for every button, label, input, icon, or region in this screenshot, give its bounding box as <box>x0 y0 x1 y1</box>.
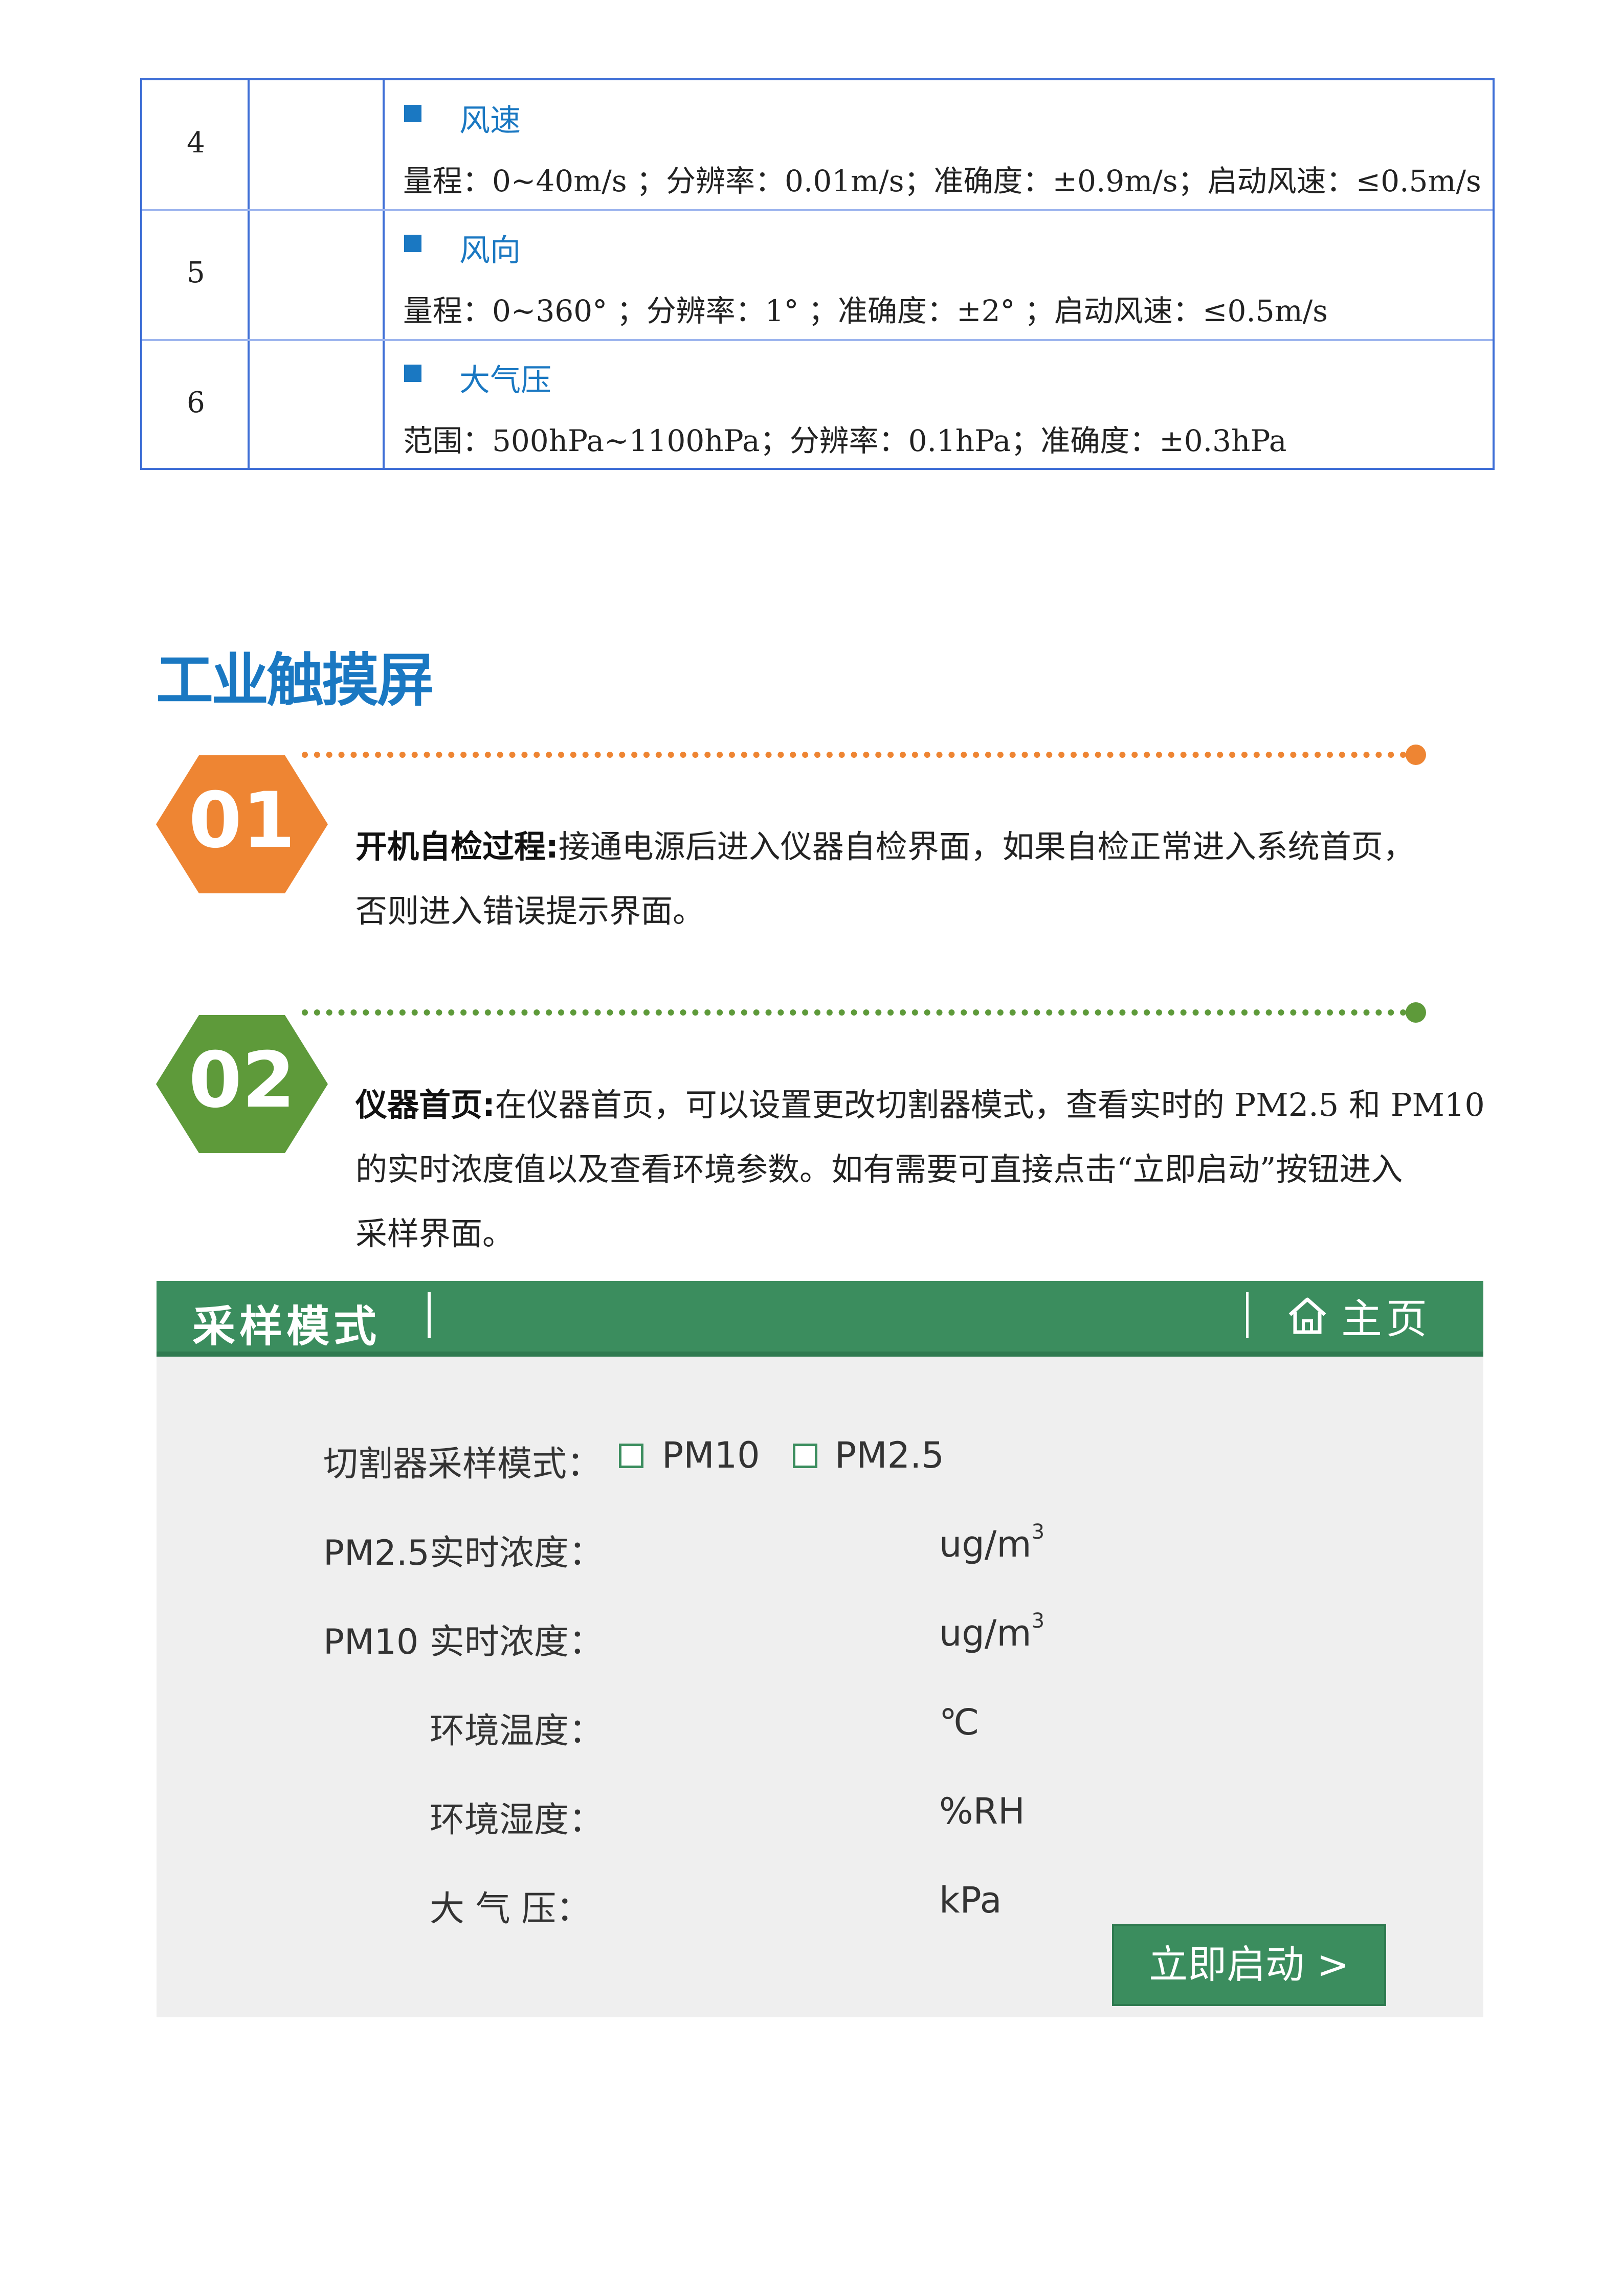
row-number: 6 <box>187 386 205 419</box>
step-divider-end-dot <box>1406 1002 1426 1023</box>
home-label: 主页 <box>1341 1295 1431 1343</box>
pm10-concentration-label: PM10 实时浓度： <box>323 1622 604 1662</box>
row-specification: 量程：0~40m/s ；分辨率：0.01m/s；准确度：±0.9m/s；启动风速… <box>403 164 1481 198</box>
pressure-label: 大 气 压： <box>430 1889 591 1929</box>
humidity-label: 环境湿度： <box>430 1800 604 1840</box>
temperature-label: 环境温度： <box>430 1711 604 1751</box>
table-row-divider <box>142 339 1493 341</box>
sampling-mode-screen: 采样模式 主页 切割器采样模式： PM10 PM2.5 PM2.5实时浓度： u… <box>157 1281 1483 2017</box>
row-specification: 范围：500hPa~1100hPa；分辨率：0.1hPa；准确度：±0.3hPa <box>403 423 1287 458</box>
spec-table: 4 风速 量程：0~40m/s ；分辨率：0.01m/s；准确度：±0.9m/s… <box>140 78 1495 470</box>
step-text-line: 接通电源后进入仪器自检界面，如果自检正常进入系统首页， <box>558 828 1415 865</box>
row-number: 5 <box>187 256 205 289</box>
step-description: 仪器首页:在仪器首页，可以设置更改切割器模式，查看实时的 PM2.5 和 PM1… <box>355 1073 1501 1266</box>
humidity-unit: %RH <box>939 1790 1025 1832</box>
title-separator <box>1246 1292 1249 1338</box>
section-title: 工业触摸屏 <box>156 647 434 714</box>
pm10-checkbox[interactable] <box>619 1444 643 1468</box>
pm10-option-label: PM10 <box>662 1434 760 1476</box>
step-heading: 开机自检过程: <box>355 828 559 865</box>
step-number: 02 <box>188 1036 296 1125</box>
pm10-unit: ug/m3 <box>939 1609 1045 1654</box>
bullet-square-icon <box>404 105 421 122</box>
step-text-line: 否则进入错误提示界面。 <box>355 892 705 930</box>
temperature-unit: ℃ <box>939 1701 980 1743</box>
pm25-checkbox[interactable] <box>793 1444 817 1468</box>
screen-title: 采样模式 <box>192 1301 381 1352</box>
row-number: 4 <box>187 126 205 160</box>
cutter-mode-label: 切割器采样模式： <box>323 1444 602 1484</box>
step-text-line: 在仪器首页，可以设置更改切割器模式，查看实时的 PM2.5 和 PM10 <box>495 1086 1485 1123</box>
bullet-square-icon <box>404 365 421 382</box>
step-text-line: 的实时浓度值以及查看环境参数。如有需要可直接点击“立即启动”按钮进入 <box>355 1151 1403 1188</box>
row-parameter-name: 风速 <box>459 103 521 139</box>
pm25-concentration-label: PM2.5实时浓度： <box>323 1533 604 1573</box>
step-divider-dots <box>302 752 1407 758</box>
title-separator <box>428 1292 431 1338</box>
step-text-line: 采样界面。 <box>355 1215 515 1252</box>
step-number: 01 <box>188 776 296 865</box>
start-now-button[interactable]: 立即启动 > <box>1112 1924 1386 2006</box>
table-col-divider <box>383 80 385 468</box>
step-divider-dots <box>302 1009 1407 1016</box>
step-divider-end-dot <box>1406 745 1426 765</box>
row-specification: 量程：0~360° ；分辨率：1° ；准确度：±2° ；启动风速：≤0.5m/s <box>403 294 1328 328</box>
pm25-option-label: PM2.5 <box>835 1434 944 1476</box>
row-parameter-name: 风向 <box>459 233 521 268</box>
pm25-unit: ug/m3 <box>939 1520 1045 1565</box>
bullet-square-icon <box>404 235 421 252</box>
step-description: 开机自检过程:接通电源后进入仪器自检界面，如果自检正常进入系统首页， 否则进入错… <box>355 815 1501 943</box>
row-parameter-name: 大气压 <box>459 363 551 398</box>
table-row-divider <box>142 209 1493 211</box>
home-button[interactable]: 主页 <box>1287 1290 1431 1343</box>
title-bar: 采样模式 主页 <box>157 1281 1483 1357</box>
step-heading: 仪器首页: <box>355 1086 495 1123</box>
pressure-unit: kPa <box>939 1879 1002 1921</box>
home-icon <box>1288 1297 1326 1334</box>
